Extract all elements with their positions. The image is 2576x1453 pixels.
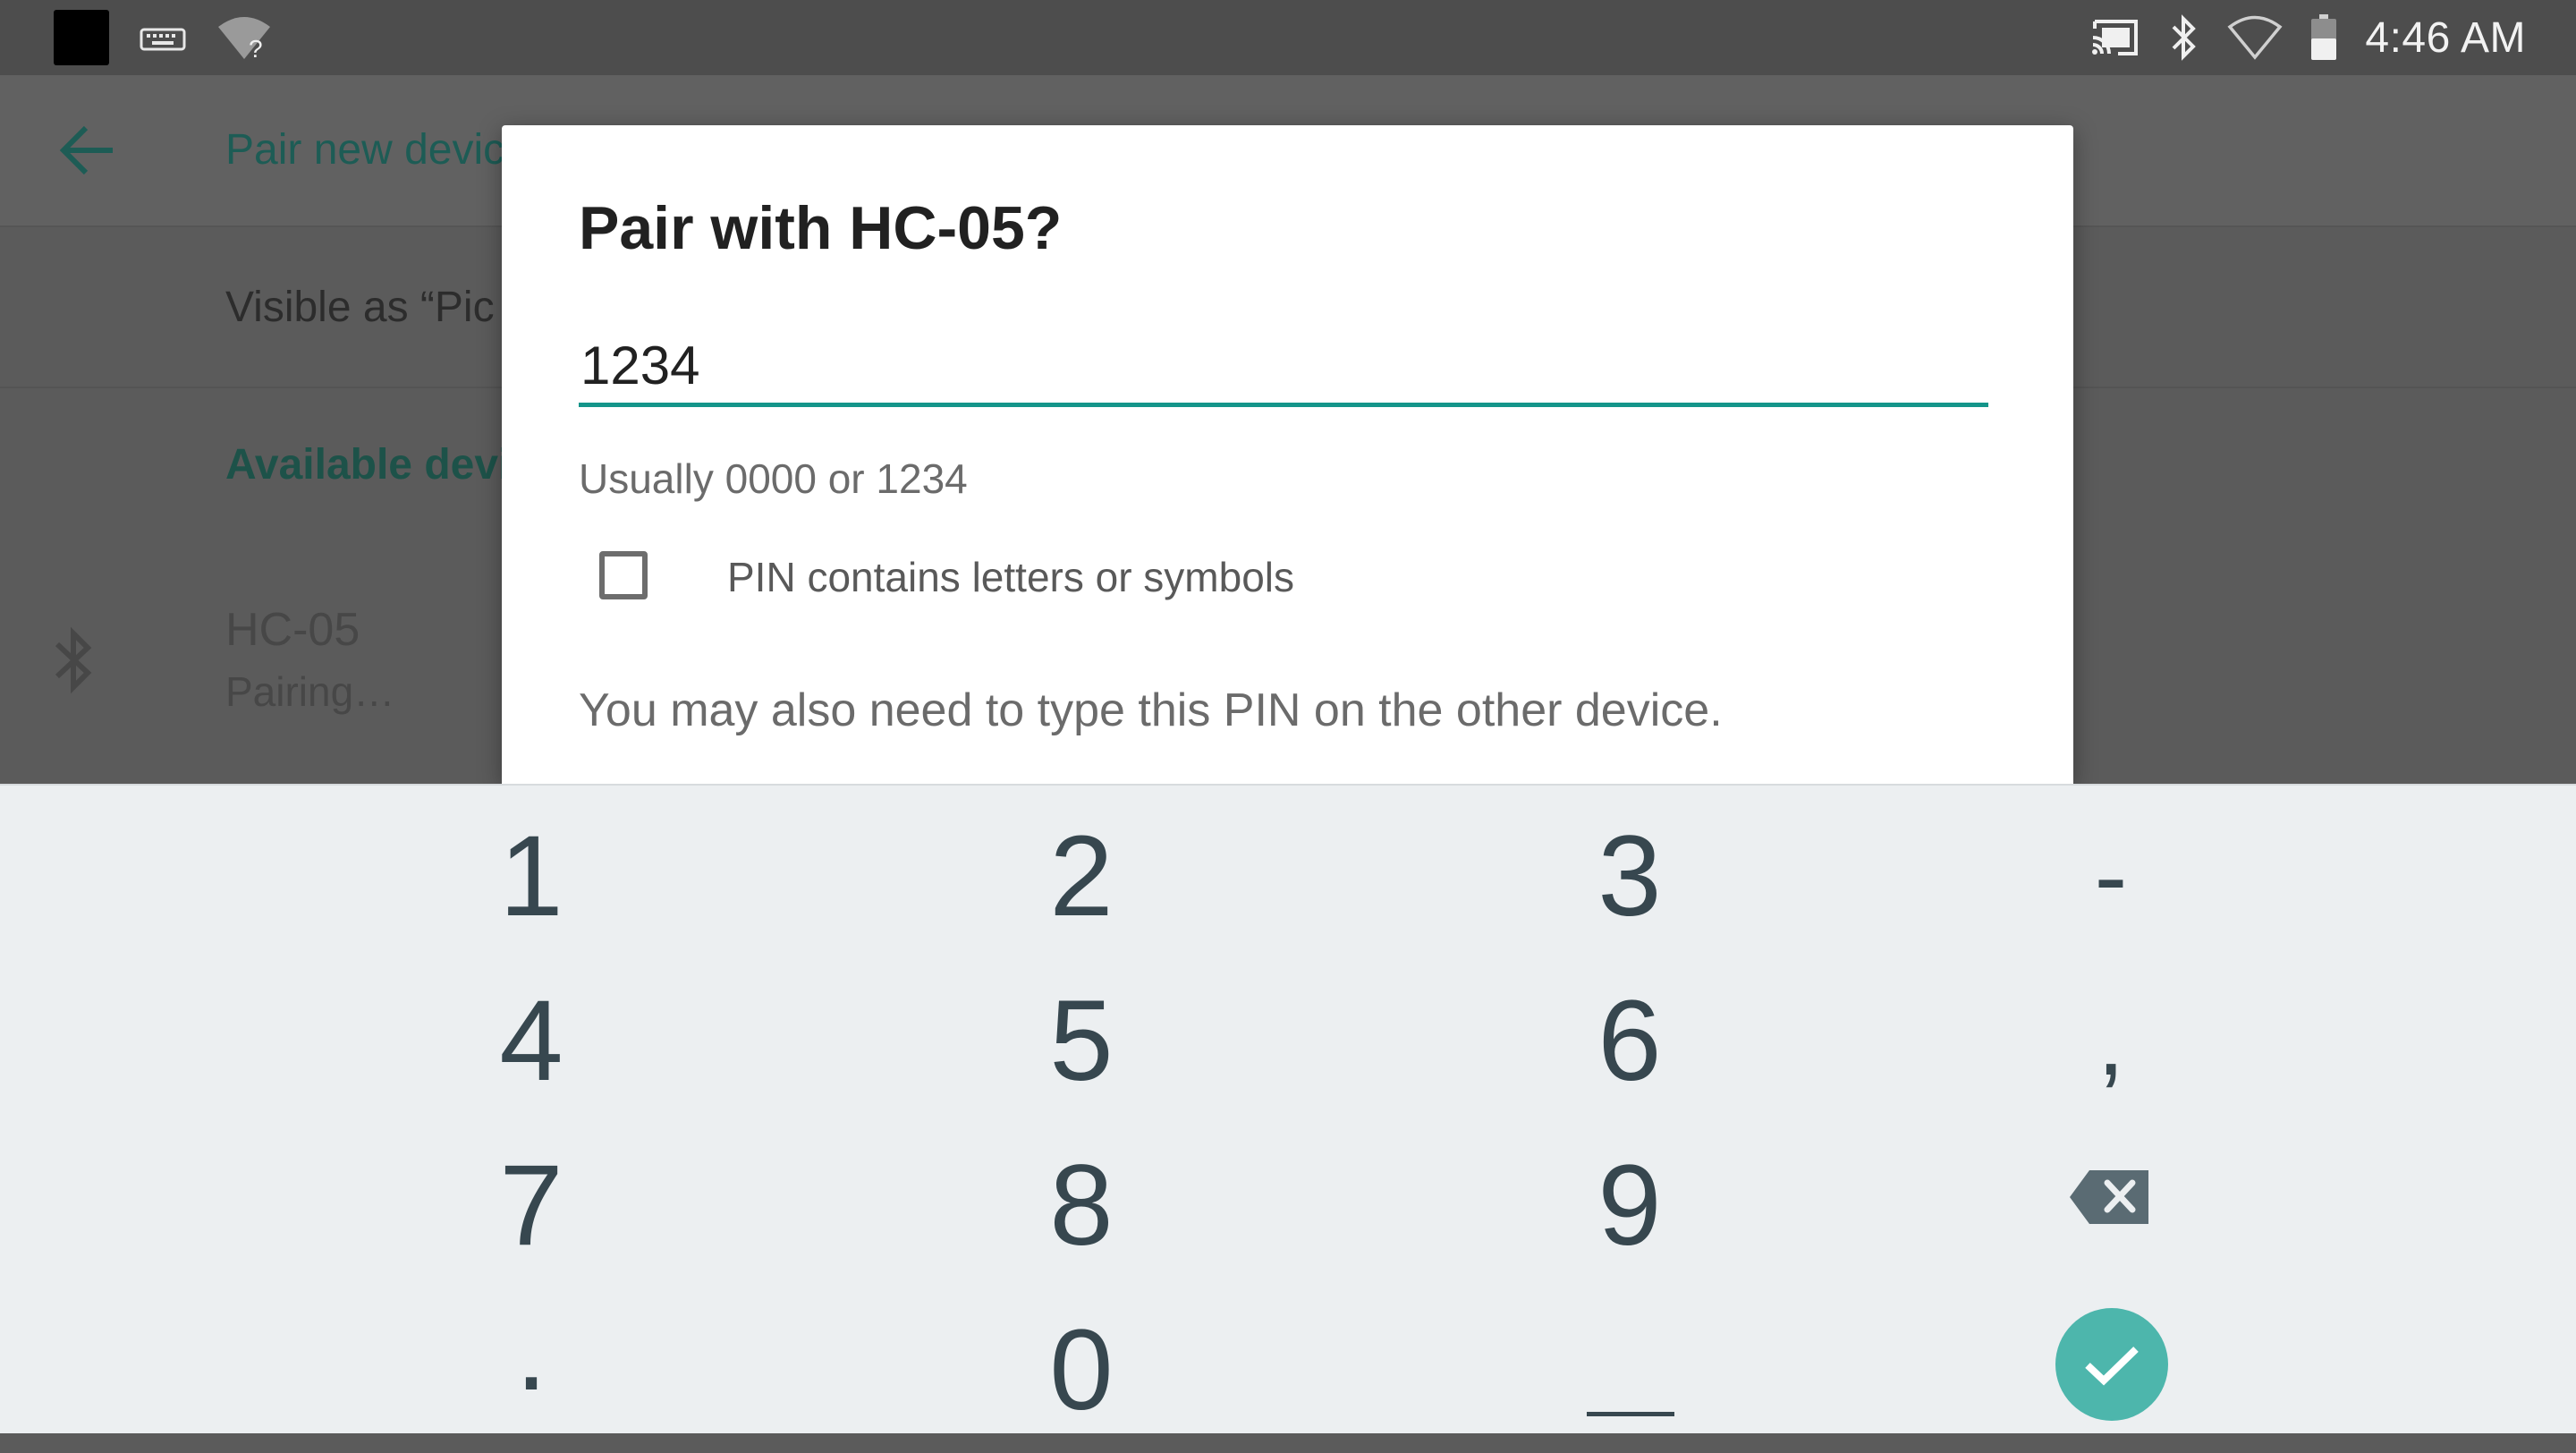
- backspace-icon[interactable]: [2068, 1168, 2152, 1226]
- device-status: Pairing…: [225, 668, 395, 715]
- bluetooth-device-icon: [55, 626, 92, 694]
- key-7[interactable]: 7: [343, 1124, 719, 1288]
- dialog-info-text: You may also need to type this PIN on th…: [579, 684, 1723, 736]
- key-3[interactable]: 3: [1442, 794, 1818, 959]
- keyboard-icon: [140, 28, 186, 51]
- cast-icon: [2092, 20, 2139, 55]
- checkmark-icon: [2085, 1347, 2139, 1386]
- pin-hint: Usually 0000 or 1234: [579, 455, 968, 502]
- numeric-keyboard: 1 2 3 - 4 5 6 , 7 8 9 . 0: [0, 784, 2576, 1433]
- pairing-dialog: Pair with HC-05? Usually 0000 or 1234 PI…: [502, 125, 2073, 784]
- key-0[interactable]: 0: [894, 1288, 1269, 1453]
- back-arrow-icon[interactable]: [57, 123, 116, 177]
- key-9[interactable]: 9: [1442, 1124, 1818, 1288]
- bluetooth-icon: [2172, 14, 2197, 61]
- page-title: Pair new device: [225, 126, 529, 174]
- pin-input[interactable]: [579, 327, 1988, 407]
- pin-letters-checkbox[interactable]: [599, 551, 648, 599]
- key-5[interactable]: 5: [894, 959, 1269, 1124]
- key-6[interactable]: 6: [1442, 959, 1818, 1124]
- key-2[interactable]: 2: [894, 794, 1269, 959]
- space-icon[interactable]: [1587, 1412, 1674, 1416]
- key-period[interactable]: .: [343, 1269, 719, 1433]
- dialog-title: Pair with HC-05?: [579, 194, 1063, 262]
- available-devices-header: Available devi: [225, 441, 511, 489]
- notification-square-icon: [54, 10, 109, 65]
- battery-icon: [2311, 14, 2337, 60]
- status-bar-right: 4:46 AM: [2089, 0, 2526, 75]
- status-bar: ? 4:46 AM: [0, 0, 2576, 75]
- pin-letters-checkbox-label[interactable]: PIN contains letters or symbols: [727, 553, 1294, 601]
- status-time: 4:46 AM: [2365, 13, 2526, 62]
- svg-text:?: ?: [249, 35, 263, 61]
- key-1[interactable]: 1: [343, 794, 719, 959]
- key-minus[interactable]: -: [1923, 794, 2299, 959]
- key-8[interactable]: 8: [894, 1124, 1269, 1288]
- device-name[interactable]: HC-05: [225, 603, 360, 657]
- enter-key[interactable]: [2055, 1308, 2168, 1421]
- status-bar-left: ?: [54, 10, 272, 65]
- key-4[interactable]: 4: [343, 959, 719, 1124]
- wifi-question-icon: ?: [218, 17, 270, 61]
- visible-as-text: Visible as “Pic: [225, 284, 495, 331]
- key-comma[interactable]: ,: [1923, 959, 2299, 1124]
- wifi-icon: [2227, 15, 2283, 60]
